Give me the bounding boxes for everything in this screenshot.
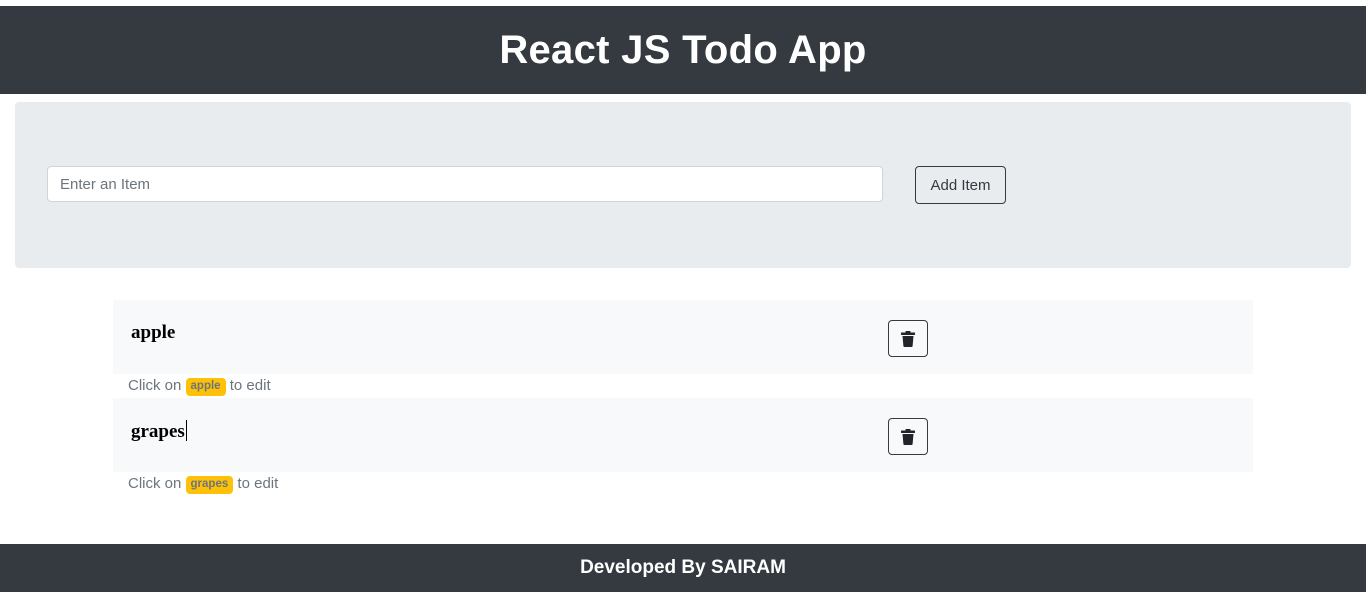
page-title: React JS Todo App [499, 27, 867, 72]
item-badge: apple [185, 378, 226, 396]
text-cursor [185, 420, 187, 441]
app-footer: Developed By SAIRAM [0, 544, 1366, 592]
delete-button[interactable] [888, 418, 928, 455]
edit-hint: Click on apple to edit [128, 377, 271, 396]
app-header: React JS Todo App [0, 6, 1366, 94]
todo-item-name[interactable]: grapes [131, 420, 187, 443]
footer-text: Developed By SAIRAM [580, 557, 786, 578]
add-item-panel: Add Item [15, 102, 1351, 268]
todo-item: grapes [113, 398, 1253, 472]
hint-suffix: to edit [237, 475, 279, 492]
todo-item-name[interactable]: apple [131, 322, 175, 344]
todo-item: apple [113, 300, 1253, 374]
delete-button[interactable] [888, 320, 928, 357]
edit-hint: Click on grapes to edit [128, 475, 278, 494]
item-badge: grapes [185, 476, 234, 494]
trash-icon [901, 330, 915, 347]
todo-item-name-text: grapes [131, 421, 185, 442]
add-item-button[interactable]: Add Item [915, 166, 1006, 204]
trash-icon [901, 428, 915, 445]
hint-prefix: Click on [128, 377, 182, 394]
hint-prefix: Click on [128, 475, 182, 492]
item-input[interactable] [47, 166, 883, 202]
hint-suffix: to edit [229, 377, 271, 394]
